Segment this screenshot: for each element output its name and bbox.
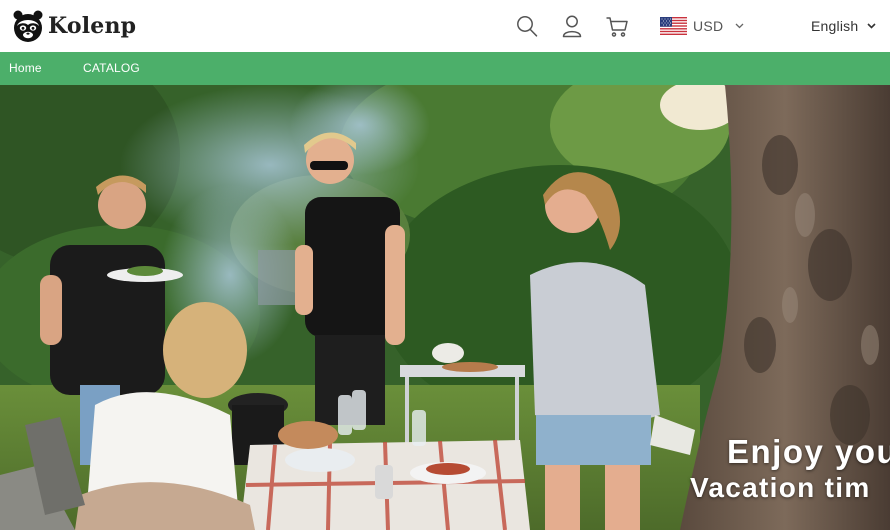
language-selector[interactable]: English: [811, 16, 876, 36]
cart-icon[interactable]: [605, 13, 629, 39]
account-icon[interactable]: [560, 13, 584, 39]
chevron-down-icon: [736, 23, 744, 29]
chevron-down-icon: [867, 23, 876, 29]
currency-selector[interactable]: USD: [660, 16, 744, 36]
currency-code: USD: [693, 18, 724, 34]
nav-link-catalog[interactable]: CATALOG: [83, 61, 140, 75]
hero-title: Enjoy you: [727, 433, 890, 470]
search-icon[interactable]: [515, 13, 539, 39]
site-header: Kolenp USD English: [0, 0, 890, 52]
language-label: English: [811, 18, 859, 34]
brand-logo[interactable]: Kolenp: [12, 9, 136, 43]
hero-banner[interactable]: Enjoy you Vacation tim: [0, 85, 890, 530]
hero-subtitle: Vacation tim: [690, 472, 871, 503]
nav-link-home[interactable]: Home: [9, 61, 42, 75]
us-flag-icon: [660, 17, 687, 35]
brand-name: Kolenp: [48, 13, 137, 39]
panda-logo-icon: [13, 10, 43, 42]
main-nav: Home CATALOG: [0, 52, 890, 85]
